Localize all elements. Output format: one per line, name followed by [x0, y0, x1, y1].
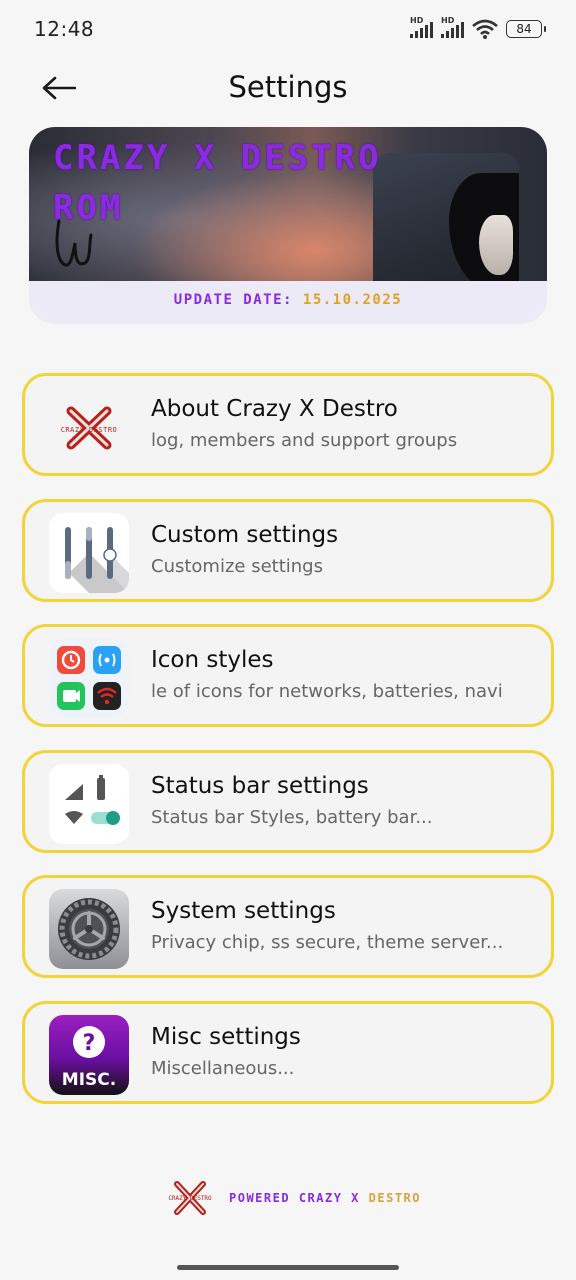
menu-item-subtitle: Customize settings [151, 555, 323, 577]
menu-item-system-settings[interactable]: System settings Privacy chip, ss secure,… [22, 875, 554, 978]
svg-text:CRAZY DESTRO: CRAZY DESTRO [61, 426, 118, 434]
rom-title: CRAZY X DESTRO ROM [53, 138, 382, 228]
rom-banner: CRAZY X DESTRO ROM UPDATE DATE: 15.10.20… [29, 127, 547, 324]
signature-mark [55, 219, 93, 267]
svg-text:CRAZY DESTRO: CRAZY DESTRO [168, 1195, 212, 1202]
menu-item-subtitle: Privacy chip, ss secure, theme server... [151, 932, 504, 953]
menu-item-subtitle: Status bar Styles, battery bar... [151, 806, 433, 828]
svg-text:?: ? [83, 1031, 96, 1056]
signal-icon: HD [410, 16, 433, 38]
powered-by-text: POWERED CRAZY X DESTRO [229, 1191, 421, 1205]
settings-menu: CRAZY DESTRO About Crazy X Destro log, m… [22, 373, 554, 1126]
icon-styles-grid-icon [49, 638, 129, 718]
menu-item-about[interactable]: CRAZY DESTRO About Crazy X Destro log, m… [22, 373, 554, 476]
crazy-x-destro-logo-icon: CRAZY DESTRO [168, 1181, 212, 1215]
page-title: Settings [228, 70, 348, 104]
status-icons: HD HD 84 [410, 16, 546, 39]
menu-item-title: Custom settings [151, 521, 339, 548]
menu-item-icon-styles[interactable]: Icon styles le of icons for networks, ba… [22, 624, 554, 727]
menu-item-title: Icon styles [151, 647, 274, 673]
update-date: UPDATE DATE: 15.10.2025 [173, 292, 403, 308]
crazy-x-destro-logo-icon: CRAZY DESTRO [49, 387, 129, 467]
menu-item-misc-settings[interactable]: ? MISC. Misc settings Miscellaneous... [22, 1000, 554, 1104]
menu-item-title: Status bar settings [151, 772, 369, 799]
svg-text:MISC.: MISC. [62, 1070, 116, 1090]
menu-item-subtitle: Miscellaneous... [151, 1057, 295, 1079]
status-bar: 12:48 HD HD 84 [0, 0, 576, 58]
header: Settings [0, 58, 576, 118]
menu-item-title: Misc settings [151, 1023, 301, 1050]
home-indicator[interactable] [177, 1265, 399, 1270]
footer: CRAZY DESTRO POWERED CRAZY X DESTRO [0, 1180, 576, 1216]
gear-icon [49, 889, 129, 969]
menu-item-subtitle: le of icons for networks, batteries, nav… [151, 681, 503, 702]
menu-item-subtitle: log, members and support groups [151, 430, 458, 451]
battery-icon: 84 [506, 20, 546, 38]
status-time: 12:48 [34, 17, 95, 41]
menu-item-title: System settings [151, 898, 336, 924]
misc-icon: ? MISC. [49, 1014, 129, 1095]
menu-item-title: About Crazy X Destro [151, 396, 398, 422]
menu-item-custom-settings[interactable]: Custom settings Customize settings [22, 498, 554, 602]
menu-item-status-bar-settings[interactable]: Status bar settings Status bar Styles, b… [22, 749, 554, 853]
sliders-icon [49, 512, 129, 593]
wifi-icon [472, 19, 498, 39]
signal-icon: HD [441, 16, 464, 38]
status-bar-icon [49, 763, 129, 844]
